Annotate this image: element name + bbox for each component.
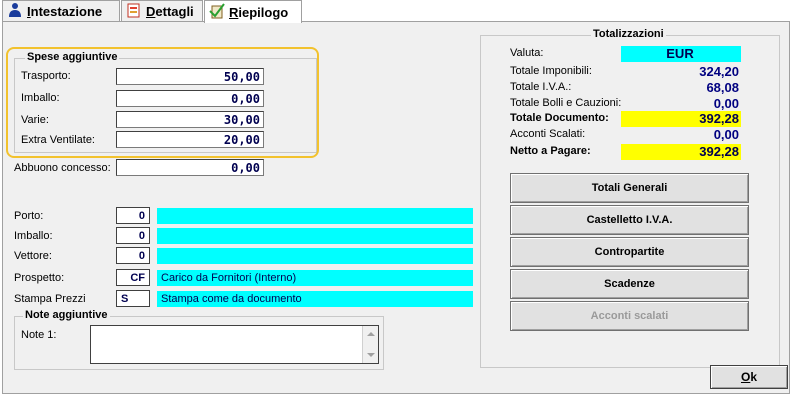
tab-dettagli[interactable]: Dettagli: [121, 0, 203, 22]
ok-accel: O: [740, 370, 751, 384]
iva-value: 68,08: [706, 80, 739, 95]
porto-label: Porto:: [14, 210, 44, 222]
valuta-value: EUR: [621, 46, 741, 62]
contropartite-button[interactable]: Contropartite: [510, 237, 749, 267]
abbuono-field[interactable]: 0,00: [116, 159, 264, 176]
ok-label: k: [750, 370, 758, 384]
highlight-frame: [6, 47, 319, 158]
acconti-value: 0,00: [713, 127, 739, 142]
tot-row-imponibili: Totale Imponibili: 324,20: [510, 64, 743, 80]
tot-row-valuta: Valuta: EUR: [510, 46, 743, 62]
acconti-label: Acconti Scalati:: [510, 128, 586, 140]
imponibili-label: Totale Imponibili:: [510, 65, 592, 77]
note-group-title: Note aggiuntive: [23, 309, 110, 321]
tot-row-bolli: Totale Bolli e Cauzioni: 0,00: [510, 96, 743, 112]
imponibili-value: 324,20: [699, 64, 739, 79]
ok-button[interactable]: Ok: [710, 365, 788, 389]
totalizzazioni-title: Totalizzazioni: [591, 28, 666, 40]
abbuono-label: Abbuono concesso:: [14, 162, 111, 174]
documento-value: 392,28: [621, 111, 741, 127]
documento-label: Totale Documento:: [510, 112, 609, 124]
acconti-scalati-button[interactable]: Acconti scalati: [510, 301, 749, 331]
porto-description: [157, 208, 473, 224]
valuta-label: Valuta:: [510, 47, 544, 59]
summary-icon: [209, 2, 225, 22]
tot-row-acconti: Acconti Scalati: 0,00: [510, 127, 743, 143]
prospetto-description: Carico da Fornitori (Interno): [157, 270, 473, 286]
vettore-description: [157, 248, 473, 264]
note1-scrollbar[interactable]: [362, 326, 378, 363]
imballo-label: Imballo:: [14, 230, 53, 242]
document-icon: [126, 2, 142, 21]
totali-generali-button[interactable]: Totali Generali: [510, 173, 749, 203]
netto-label: Netto a Pagare:: [510, 145, 591, 157]
tab-intestazione-label: ntestazione: [30, 4, 103, 19]
imballo-code-field[interactable]: 0: [116, 227, 150, 244]
prospetto-label: Prospetto:: [14, 272, 65, 284]
prospetto-code-field[interactable]: CF: [116, 269, 150, 286]
tab-riepilogo-label: iepilogo: [238, 4, 289, 20]
tab-intestazione[interactable]: Intestazione: [2, 0, 120, 22]
imballo-description: [157, 228, 473, 244]
tot-row-iva: Totale I.V.A.: 68,08: [510, 80, 743, 96]
note1-textarea[interactable]: [90, 325, 379, 364]
scroll-up-icon[interactable]: [367, 332, 375, 336]
tab-riepilogo[interactable]: Riepilogo: [204, 0, 302, 23]
castelletto-iva-button[interactable]: Castelletto I.V.A.: [510, 205, 749, 235]
iva-label: Totale I.V.A.:: [510, 81, 572, 93]
bolli-value: 0,00: [713, 96, 739, 111]
vettore-code-field[interactable]: 0: [116, 247, 150, 264]
vettore-label: Vettore:: [14, 250, 52, 262]
note1-label: Note 1:: [21, 329, 57, 341]
stampa-prezzi-description: Stampa come da documento: [157, 291, 473, 307]
tab-dettagli-label: ettagli: [155, 4, 194, 19]
stampa-prezzi-code-field[interactable]: S: [116, 290, 150, 307]
tot-row-documento: Totale Documento: 392,28: [510, 111, 743, 127]
stampa-prezzi-label: Stampa Prezzi: [14, 293, 86, 305]
person-icon: [7, 2, 23, 21]
netto-value: 392,28: [621, 144, 741, 160]
bolli-label: Totale Bolli e Cauzioni:: [510, 97, 622, 109]
tot-row-netto: Netto a Pagare: 392,28: [510, 144, 743, 160]
scroll-down-icon[interactable]: [367, 353, 375, 357]
porto-code-field[interactable]: 0: [116, 207, 150, 224]
tab-riepilogo-accel: R: [229, 4, 239, 20]
scadenze-button[interactable]: Scadenze: [510, 269, 749, 299]
tab-dettagli-accel: D: [146, 4, 156, 19]
